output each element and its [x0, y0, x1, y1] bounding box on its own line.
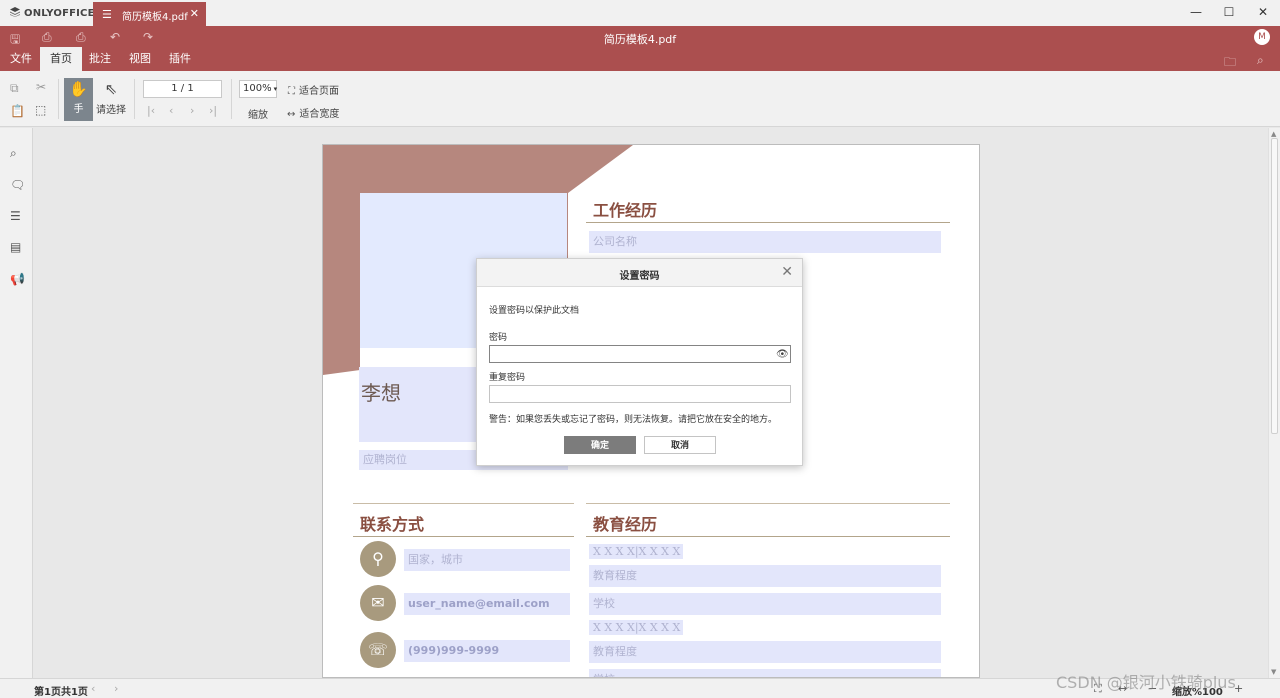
search-icon[interactable]: ⌕: [1257, 53, 1264, 68]
app-logo-text: ONLYOFFICE: [24, 8, 95, 19]
search-icon[interactable]: ⌕: [10, 146, 17, 161]
close-icon[interactable]: ✕: [781, 264, 793, 280]
ok-button[interactable]: 确定: [564, 436, 636, 454]
feedback-icon[interactable]: 📢: [10, 272, 25, 286]
work-divider: [586, 222, 950, 223]
header: 🖫 ⎙ ⎙ ↶ ↷ 简历模板4.pdf M 文件 首页 批注 视图 插件 🗀 ⌕: [0, 26, 1280, 71]
comments-icon[interactable]: 🗨: [10, 178, 25, 192]
page-number-input[interactable]: 1 / 1: [143, 80, 222, 98]
edu-top-divider: [586, 503, 950, 504]
password-label: 密码: [489, 333, 508, 343]
page-info: 第1页共1页: [34, 687, 88, 698]
warning-text: 警告：如果您丢失或忘记了密码，则无法恢复。请把它放在安全的地方。: [489, 415, 778, 425]
email-field: user_name@email.com: [404, 593, 570, 615]
vertical-scrollbar[interactable]: ▲ ▼: [1268, 128, 1280, 678]
location-field: 国家，城市: [404, 549, 570, 571]
select-all-icon[interactable]: ⬚: [35, 103, 46, 117]
edu-school-field: 学校: [589, 593, 941, 615]
fit-width-icon: ↔: [287, 109, 296, 120]
education-divider: [586, 536, 950, 537]
hand-icon: ✋: [69, 80, 88, 98]
onlyoffice-logo-icon: [10, 7, 20, 17]
window-close-icon[interactable]: ✕: [1256, 5, 1270, 19]
close-tab-icon[interactable]: ✕: [190, 7, 199, 20]
select-tool-button[interactable]: ⇖ 请选择: [95, 80, 127, 116]
fit-width-label: 适合宽度: [299, 109, 340, 120]
phone-icon: ☏: [360, 632, 396, 668]
tab-home[interactable]: 首页: [40, 47, 82, 71]
contact-top-divider: [353, 503, 574, 504]
document-title: 简历模板4.pdf: [603, 33, 677, 46]
previous-page-icon[interactable]: ‹: [91, 682, 95, 695]
email-icon: ✉: [360, 585, 396, 621]
cut-icon[interactable]: ✂: [36, 80, 46, 94]
scrollbar-thumb[interactable]: [1271, 138, 1278, 434]
minimize-icon[interactable]: —: [1189, 5, 1203, 19]
edu-school-field: 学校: [589, 669, 941, 677]
fit-page-label: 适合页面: [299, 86, 339, 97]
fit-page-button[interactable]: ⛶ 适合页面: [288, 82, 339, 97]
fit-page-icon: ⛶: [288, 86, 295, 97]
navigation-icon[interactable]: ☰: [10, 209, 21, 223]
hand-tool-label: 手: [73, 104, 84, 115]
left-panel: ⌕ 🗨 ☰ ▤ 📢: [0, 128, 33, 678]
paste-icon[interactable]: 📋: [10, 104, 25, 118]
edu-degree-field: 教育程度: [589, 641, 941, 663]
contact-title: 联系方式: [360, 515, 425, 534]
last-page-icon[interactable]: ›|: [209, 104, 217, 117]
zoom-label: 缩放: [248, 110, 268, 121]
cancel-button[interactable]: 取消: [644, 436, 716, 454]
dialog-header: 设置密码 ✕: [477, 259, 802, 287]
toolbar-separator: [58, 79, 59, 119]
tab-comment[interactable]: 批注: [79, 47, 121, 71]
toolbar-separator: [231, 79, 232, 119]
password-input[interactable]: [489, 345, 791, 363]
dialog-title: 设置密码: [619, 271, 660, 282]
hamburger-icon[interactable]: ☰: [102, 8, 112, 21]
tab-view[interactable]: 视图: [119, 47, 161, 71]
copy-icon[interactable]: ⧉: [10, 81, 19, 96]
edu-degree-field: 教育程度: [589, 565, 941, 587]
education-title: 教育经历: [593, 515, 658, 534]
zoom-select[interactable]: 100% ▾: [239, 80, 277, 98]
chevron-down-icon: ▾: [273, 85, 278, 93]
fit-width-button[interactable]: ↔ 适合宽度: [287, 105, 339, 120]
company-field: 公司名称: [589, 231, 941, 253]
zoom-value: 100%: [243, 83, 272, 94]
first-page-icon[interactable]: |‹: [147, 104, 155, 117]
phone-field: (999)999-9999: [404, 640, 570, 662]
toolbar-separator: [134, 79, 135, 119]
select-tool-label: 请选择: [96, 105, 126, 116]
set-password-dialog: 设置密码 ✕ 设置密码以保护此文档 密码 👁 重复密码 警告：如果您丢失或忘记了…: [476, 258, 803, 466]
cursor-icon: ⇖: [104, 80, 118, 98]
edu-date-field: X X X X|X X X X: [589, 544, 683, 559]
tab-file[interactable]: 文件: [0, 47, 42, 71]
user-avatar[interactable]: M: [1254, 29, 1270, 45]
next-page-icon[interactable]: ›: [114, 682, 118, 695]
candidate-name: 李想: [361, 381, 401, 405]
app-logo: ONLYOFFICE: [10, 7, 95, 19]
contact-divider: [353, 536, 574, 537]
title-bar: ONLYOFFICE ☰ 简历模板4.pdf ✕ — ☐ ✕: [0, 0, 1280, 26]
hand-tool-button[interactable]: ✋ 手: [64, 78, 93, 121]
thumbnails-icon[interactable]: ▤: [10, 240, 21, 254]
show-password-icon[interactable]: 👁: [776, 349, 789, 360]
repeat-password-input[interactable]: [489, 385, 791, 403]
previous-page-icon[interactable]: ‹: [169, 104, 173, 117]
scroll-down-icon[interactable]: ▼: [1271, 668, 1276, 676]
location-icon: ⚲: [360, 541, 396, 577]
dialog-description: 设置密码以保护此文档: [489, 306, 580, 316]
repeat-password-label: 重复密码: [489, 373, 526, 383]
work-title: 工作经历: [593, 201, 658, 220]
scroll-up-icon[interactable]: ▲: [1271, 130, 1276, 138]
maximize-icon[interactable]: ☐: [1222, 5, 1236, 19]
next-page-icon[interactable]: ›: [190, 104, 194, 117]
tab-plugins[interactable]: 插件: [159, 47, 201, 71]
document-tab[interactable]: ☰ 简历模板4.pdf ✕: [93, 2, 206, 26]
document-tab-label: 简历模板4.pdf: [122, 12, 188, 23]
edu-date-field: X X X X|X X X X: [589, 620, 683, 635]
toolbar: ⧉ ✂ 📋 ⬚ ✋ 手 ⇖ 请选择 1 / 1 |‹ ‹ › ›| 100% ▾ …: [0, 71, 1280, 127]
watermark: CSDN @银河小铁骑plus: [1056, 673, 1236, 692]
